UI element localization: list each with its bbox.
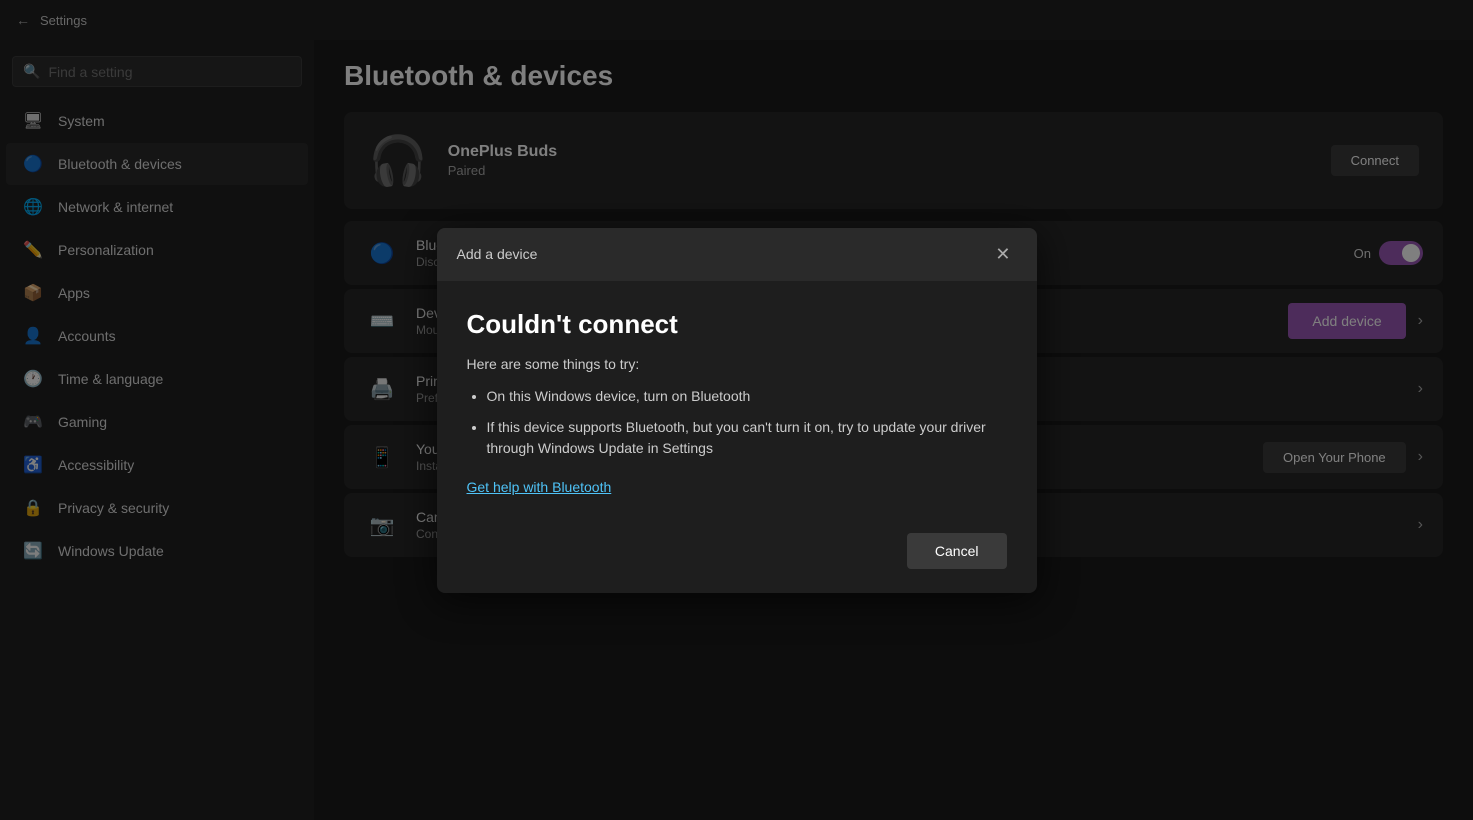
dialog-close-button[interactable]: ✕ bbox=[989, 242, 1016, 267]
dialog-bullet-item: If this device supports Bluetooth, but y… bbox=[487, 417, 1007, 459]
dialog-bullet-item: On this Windows device, turn on Bluetoot… bbox=[487, 386, 1007, 407]
cancel-button[interactable]: Cancel bbox=[907, 533, 1007, 569]
dialog-subtitle: Here are some things to try: bbox=[467, 356, 1007, 372]
dialog-footer: Cancel bbox=[437, 517, 1037, 593]
dialog-body: Couldn't connect Here are some things to… bbox=[437, 281, 1037, 517]
dialog-main-title: Couldn't connect bbox=[467, 309, 1007, 340]
dialog-header-title: Add a device bbox=[457, 246, 538, 262]
dialog-overlay: Add a device ✕ Couldn't connect Here are… bbox=[0, 0, 1473, 820]
bluetooth-help-link[interactable]: Get help with Bluetooth bbox=[467, 479, 612, 495]
dialog-bullets: On this Windows device, turn on Bluetoot… bbox=[467, 386, 1007, 459]
dialog-header: Add a device ✕ bbox=[437, 228, 1037, 281]
add-device-dialog: Add a device ✕ Couldn't connect Here are… bbox=[437, 228, 1037, 593]
